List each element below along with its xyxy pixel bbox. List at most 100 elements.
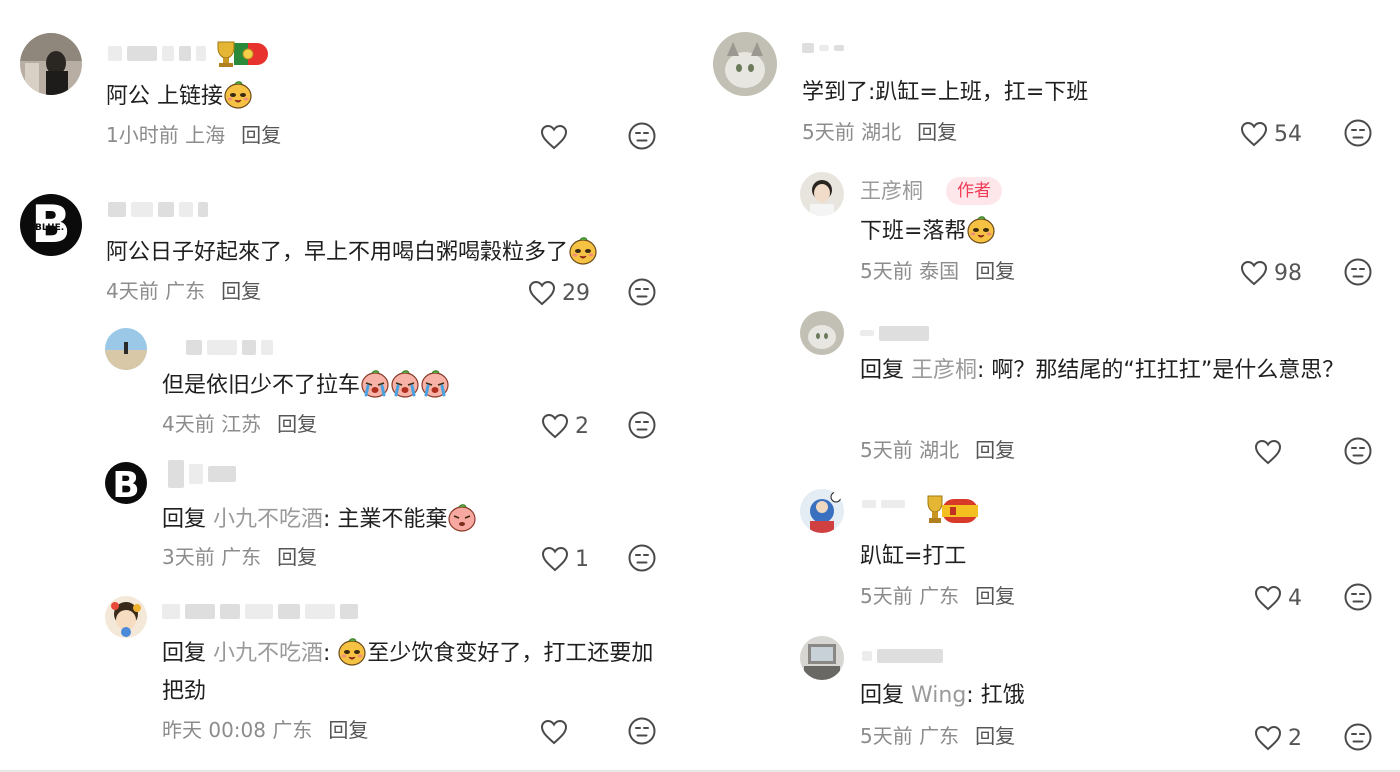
happy-mango-emoji: [337, 636, 367, 666]
meh-face-icon[interactable]: [1344, 723, 1372, 751]
reply-button[interactable]: 回复: [975, 584, 1015, 608]
heart-outline-icon: [540, 719, 568, 745]
reply-target-username[interactable]: 小九不吃酒: [213, 507, 323, 532]
comment-text: 回复 小九不吃酒: 主業不能棄: [162, 501, 670, 539]
username-redacted[interactable]: [108, 201, 208, 217]
username-redacted[interactable]: [168, 460, 236, 488]
user-avatar[interactable]: B: [105, 462, 147, 504]
like-count: 29: [562, 280, 590, 306]
comment-meta: 5天前 泰国 回复: [860, 259, 1016, 283]
comment-meta: 5天前 广东 回复: [860, 724, 1016, 748]
comment-meta: 3天前 广东 回复: [162, 545, 318, 569]
like-button[interactable]: [540, 717, 574, 747]
user-avatar[interactable]: [800, 172, 844, 216]
like-button[interactable]: 4: [1254, 583, 1302, 613]
user-avatar[interactable]: [105, 328, 147, 370]
meh-face-icon[interactable]: [1344, 437, 1372, 465]
comment-text: 趴缸=打工: [860, 544, 967, 569]
meh-face-icon[interactable]: [628, 411, 656, 439]
reply-button[interactable]: 回复: [277, 545, 317, 569]
comment-meta: 5天前 湖北 回复: [860, 438, 1016, 462]
happy-mango-emoji: [223, 79, 253, 109]
comment-meta: 4天前 广东 回复: [106, 279, 262, 303]
reply-button[interactable]: 回复: [975, 438, 1015, 462]
heart-outline-icon: [1240, 121, 1268, 147]
comment-text: 阿公日子好起來了，早上不用喝白粥喝穀粒多了: [106, 234, 670, 272]
username-redacted[interactable]: [162, 603, 358, 619]
username-redacted[interactable]: [108, 45, 206, 61]
meh-face-icon[interactable]: [628, 544, 656, 572]
reply-button[interactable]: 回复: [328, 718, 368, 742]
crying-face-emoji: [360, 368, 390, 398]
like-count: 2: [575, 413, 589, 439]
crying-face-emoji: [420, 368, 450, 398]
comment-text: 下班=落帮: [860, 213, 1380, 251]
user-avatar[interactable]: [800, 311, 844, 355]
like-button[interactable]: 29: [528, 278, 590, 308]
reply-button[interactable]: 回复: [241, 123, 281, 147]
username-redacted[interactable]: [862, 648, 943, 664]
comment-text: 但是依旧少不了拉车: [162, 367, 670, 405]
comment-text: 阿公 上链接: [106, 78, 670, 116]
heart-outline-icon: [540, 124, 568, 150]
meh-face-icon[interactable]: [628, 122, 656, 150]
like-button[interactable]: 54: [1240, 119, 1302, 149]
user-avatar[interactable]: [800, 489, 844, 533]
meh-face-icon[interactable]: [1344, 258, 1372, 286]
meh-face-icon[interactable]: [1344, 583, 1372, 611]
svg-text:BLUE.: BLUE.: [35, 223, 64, 233]
heart-outline-icon: [1254, 585, 1282, 611]
heart-outline-icon: [528, 280, 556, 306]
comment-meta: 5天前 湖北 回复: [802, 120, 958, 144]
user-avatar[interactable]: B BLUE.: [20, 194, 82, 256]
svg-text:B: B: [112, 465, 139, 504]
heart-outline-icon: [541, 413, 569, 439]
user-avatar[interactable]: [800, 636, 844, 680]
like-count: 1: [575, 546, 589, 572]
username-redacted[interactable]: [802, 40, 844, 56]
reply-target-username[interactable]: 小九不吃酒: [213, 641, 323, 666]
like-count: 4: [1288, 585, 1302, 611]
user-avatar[interactable]: [713, 32, 777, 96]
like-button[interactable]: 98: [1240, 258, 1302, 288]
like-button[interactable]: [1254, 437, 1288, 467]
like-count: 2: [1288, 725, 1302, 751]
pout-face-emoji: [447, 502, 477, 532]
crying-face-emoji: [390, 368, 420, 398]
like-button[interactable]: 1: [541, 544, 589, 574]
username-redacted[interactable]: [860, 325, 929, 341]
comment-meta: 1小时前 上海 回复: [106, 123, 282, 147]
happy-mango-emoji: [966, 214, 996, 244]
username[interactable]: 王彦桐: [860, 177, 923, 205]
like-count: 98: [1274, 260, 1302, 286]
reply-button[interactable]: 回复: [975, 259, 1015, 283]
heart-outline-icon: [1240, 260, 1268, 286]
comment-meta: 昨天 00:08 广东 回复: [162, 718, 369, 742]
meh-face-icon[interactable]: [1344, 119, 1372, 147]
like-button[interactable]: [540, 122, 574, 152]
comment-text: 回复 小九不吃酒: 至少饮食变好了，打工还要加把劲: [162, 635, 662, 711]
reply-button[interactable]: 回复: [917, 120, 957, 144]
reply-button[interactable]: 回复: [221, 279, 261, 303]
heart-outline-icon: [541, 546, 569, 572]
trophy-portugal-flag-badge: [212, 38, 272, 70]
heart-outline-icon: [1254, 725, 1282, 751]
user-avatar[interactable]: [105, 596, 147, 638]
reply-button[interactable]: 回复: [277, 412, 317, 436]
comment-text: 学到了:趴缸=上班，扛=下班: [802, 80, 1089, 105]
user-avatar[interactable]: [20, 33, 82, 95]
comment-text: 回复 Wing: 扛饿: [860, 683, 1025, 708]
heart-outline-icon: [1254, 439, 1282, 465]
reply-button[interactable]: 回复: [975, 724, 1015, 748]
reply-target-username[interactable]: 王彦桐: [911, 358, 977, 383]
like-button[interactable]: 2: [1254, 723, 1302, 753]
like-count: 54: [1274, 121, 1302, 147]
username-redacted[interactable]: [862, 496, 905, 512]
meh-face-icon[interactable]: [628, 717, 656, 745]
like-button[interactable]: 2: [541, 411, 589, 441]
happy-mango-emoji: [568, 235, 598, 265]
reply-target-username[interactable]: Wing: [911, 683, 966, 708]
author-badge: 作者: [946, 177, 1002, 205]
meh-face-icon[interactable]: [628, 278, 656, 306]
username-redacted[interactable]: [186, 339, 273, 355]
